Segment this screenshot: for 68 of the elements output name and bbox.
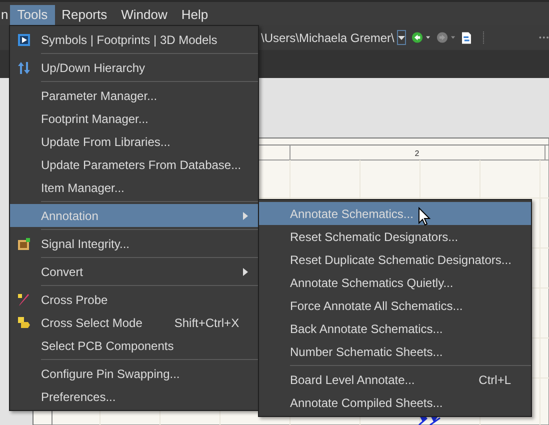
menu-item[interactable]: Cross Probe <box>10 288 258 311</box>
menu-item-label: Configure Pin Swapping... <box>41 366 180 380</box>
menu-item-label: Annotate Schematics... <box>290 206 414 220</box>
menu-item[interactable]: Symbols | Footprints | 3D Models <box>10 28 258 51</box>
menu-item[interactable]: Update From Libraries... <box>10 130 258 153</box>
menu-bar-item[interactable]: Window <box>114 5 174 25</box>
menu-item-label: Cross Select Mode <box>41 316 142 330</box>
menu-item[interactable]: Reset Duplicate Schematic Designators... <box>259 248 531 271</box>
menu-item-label: Reset Schematic Designators... <box>290 230 458 244</box>
submenu-arrow-icon <box>243 212 248 220</box>
menu-item-label: Up/Down Hierarchy <box>41 60 146 74</box>
menu-item-label: Force Annotate All Schematics... <box>290 298 463 312</box>
menu-item-label: Parameter Manager... <box>41 88 158 102</box>
menu-item-label: Item Manager... <box>41 180 124 194</box>
caret-icon <box>398 36 406 40</box>
menu-bar-item[interactable]: Help <box>174 5 216 25</box>
menu-item[interactable]: Footprint Manager... <box>10 107 258 130</box>
menu-item[interactable]: Number Schematic Sheets... <box>259 340 531 363</box>
caret-icon <box>426 36 430 39</box>
menu-item-label: Update Parameters From Database... <box>41 158 242 172</box>
overflow-dots-icon <box>539 36 549 39</box>
path-text: \Users\Michaela Gremer\ <box>261 30 394 44</box>
menu-item[interactable]: Reset Schematic Designators... <box>259 225 531 248</box>
menu-item-label: Signal Integrity... <box>41 236 130 250</box>
menu-item[interactable]: Item Manager... <box>10 176 258 199</box>
column-label: 2 <box>414 149 420 158</box>
menu-item-label: Footprint Manager... <box>41 112 148 126</box>
menu-item-label: Convert <box>41 264 84 278</box>
menu-item[interactable]: Annotate Compiled Sheets... <box>259 391 531 414</box>
menu-item[interactable]: Configure Pin Swapping... <box>10 362 258 385</box>
schematic-window-icon <box>18 34 30 46</box>
menu-item[interactable]: Back Annotate Schematics... <box>259 317 531 340</box>
menu-item-label: Cross Probe <box>41 292 108 306</box>
menu-item[interactable]: Update Parameters From Database... <box>10 153 258 176</box>
menu-item-label: Back Annotate Schematics... <box>290 322 443 336</box>
shortcut-label: Shift+Ctrl+X <box>174 316 240 330</box>
menu-item[interactable]: Force Annotate All Schematics... <box>259 294 531 317</box>
dropdown-button[interactable] <box>397 30 406 45</box>
menu-item-label: Board Level Annotate... <box>290 372 415 386</box>
menu-item-label: Annotate Schematics Quietly... <box>290 276 454 290</box>
document-icon <box>462 30 471 44</box>
menu-item[interactable]: Signal Integrity... <box>10 232 258 255</box>
menu-item-label: Reset Duplicate Schematic Designators... <box>290 252 512 266</box>
menu-bar-item[interactable]: n <box>0 5 10 25</box>
menu-item[interactable]: Up/Down Hierarchy <box>10 56 258 79</box>
menu-item-label: Number Schematic Sheets... <box>290 344 443 358</box>
menu-item[interactable]: Board Level Annotate... Ctrl+L <box>259 368 531 391</box>
selection-shapes-icon <box>18 316 30 328</box>
menu-bar-item[interactable]: Reports <box>54 5 114 25</box>
menu-item-label: Update From Libraries... <box>41 134 170 148</box>
pencil-icon <box>18 294 30 306</box>
up-down-arrows-icon <box>18 62 30 74</box>
menu-item-label: Annotate Compiled Sheets... <box>290 396 443 410</box>
menu-item[interactable]: Annotate Schematics Quietly... <box>259 271 531 294</box>
menu-item[interactable]: Preferences... <box>10 385 258 408</box>
submenu-arrow-icon <box>243 268 248 276</box>
menu-item-label: Symbols | Footprints | 3D Models <box>41 32 218 46</box>
chart-board-icon <box>18 238 30 250</box>
menu-item-label: Annotation <box>41 208 98 222</box>
shortcut-label: Ctrl+L <box>478 372 511 386</box>
menu-item-label: Select PCB Components <box>41 338 174 352</box>
menu-item[interactable]: Parameter Manager... <box>10 84 258 107</box>
caret-icon <box>450 36 455 39</box>
mouse-pointer-icon <box>418 207 431 226</box>
menu-item[interactable]: Cross Select Mode Shift+Ctrl+X <box>10 311 258 334</box>
menu-item[interactable]: Convert <box>10 260 258 283</box>
menu-item-label: Preferences... <box>41 390 116 404</box>
menu-item[interactable]: Select PCB Components <box>10 334 258 357</box>
